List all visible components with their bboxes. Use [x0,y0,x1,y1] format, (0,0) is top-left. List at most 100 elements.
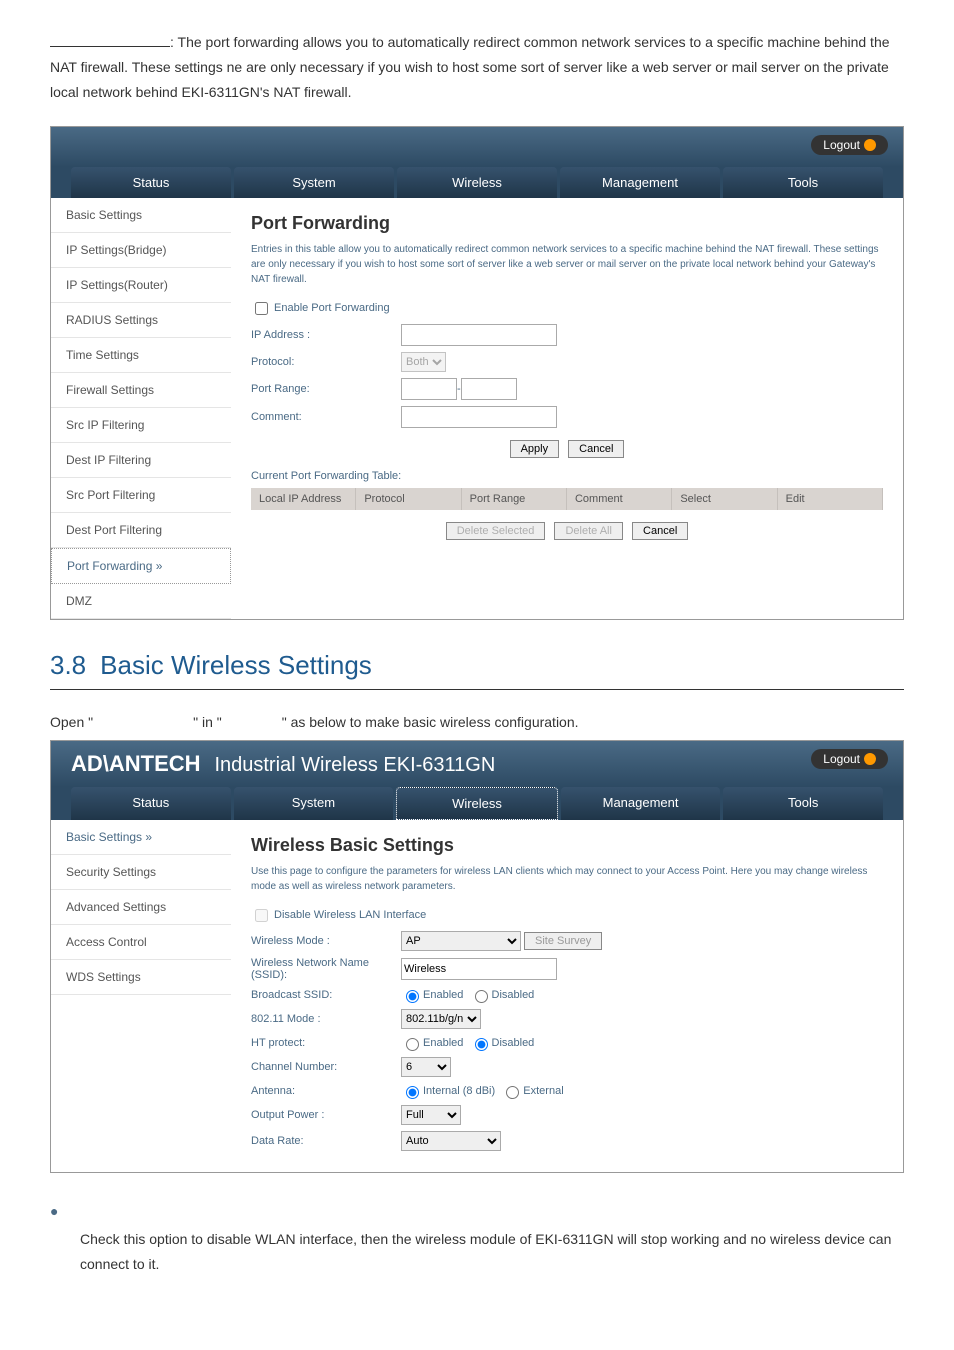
sidebar-port-forwarding[interactable]: Port Forwarding » [51,548,231,584]
range-from-input[interactable] [401,378,457,400]
tab-management-2[interactable]: Management [561,787,721,820]
sidebar-access-control[interactable]: Access Control [51,925,231,960]
panel-title-2: Wireless Basic Settings [251,835,883,856]
sidebar-dest-ip[interactable]: Dest IP Filtering [51,443,231,478]
brand-logo: AD\ANTECH [71,751,201,776]
ht-disabled-text: Disabled [492,1037,535,1049]
delete-all-button[interactable]: Delete All [554,522,622,540]
brand-header: AD\ANTECH Industrial Wireless EKI-6311GN… [51,741,903,787]
sidebar-security[interactable]: Security Settings [51,855,231,890]
sidebar: Basic Settings IP Settings(Bridge) IP Se… [51,198,231,619]
col-local-ip: Local IP Address [251,488,356,510]
logout-arrow-icon [864,139,876,151]
ip-label: IP Address : [251,329,401,341]
ant-ext-text: External [523,1085,563,1097]
enabled-text: Enabled [423,989,463,1001]
closing-paragraph: Check this option to disable WLAN interf… [80,1227,904,1277]
bcast-disabled-radio[interactable] [475,990,488,1003]
sidebar-radius[interactable]: RADIUS Settings [51,303,231,338]
panel-title: Port Forwarding [251,213,883,234]
tab-wireless-2[interactable]: Wireless [396,787,558,820]
pow-label: Output Power : [251,1109,401,1121]
sidebar-advanced[interactable]: Advanced Settings [51,890,231,925]
sidebar-basic-settings[interactable]: Basic Settings [51,198,231,233]
apply-button[interactable]: Apply [510,440,560,458]
tab-status[interactable]: Status [71,167,231,198]
chan-select[interactable]: 6 [401,1057,451,1077]
section-number: 3.8 [50,650,86,680]
ant-label: Antenna: [251,1085,401,1097]
proto-select[interactable]: Both [401,352,446,372]
sidebar-basic-settings-2[interactable]: Basic Settings » [51,820,231,855]
open-instruction: Open "" in "" as below to make basic wir… [50,714,904,730]
enable-checkbox[interactable] [255,302,268,315]
sidebar-time[interactable]: Time Settings [51,338,231,373]
ant-int-text: Internal (8 dBi) [423,1085,495,1097]
col-select: Select [672,488,777,510]
bullet-point: ● [50,1203,904,1219]
ht-enabled-text: Enabled [423,1037,463,1049]
logout-button-2[interactable]: Logout [811,749,888,769]
main-panel-2: Wireless Basic Settings Use this page to… [231,820,903,1172]
sidebar-ip-bridge[interactable]: IP Settings(Bridge) [51,233,231,268]
tab-system-2[interactable]: System [234,787,394,820]
range-label: Port Range: [251,383,401,395]
mode-select[interactable]: AP [401,931,521,951]
comment-input[interactable] [401,406,557,428]
header-bar: Logout [51,127,903,167]
router-screenshot-2: AD\ANTECH Industrial Wireless EKI-6311GN… [50,740,904,1173]
cancel2-button[interactable]: Cancel [632,522,688,540]
sidebar-src-ip[interactable]: Src IP Filtering [51,408,231,443]
cancel-button[interactable]: Cancel [568,440,624,458]
ant-internal-radio[interactable] [406,1086,419,1099]
sidebar-firewall[interactable]: Firewall Settings [51,373,231,408]
mode11-select[interactable]: 802.11b/g/n [401,1009,481,1029]
main-panel: Port Forwarding Entries in this table al… [231,198,903,619]
col-comment: Comment [567,488,672,510]
sidebar-2: Basic Settings » Security Settings Advan… [51,820,231,1172]
table-header: Local IP Address Protocol Port Range Com… [251,488,883,510]
current-table-title: Current Port Forwarding Table: [251,470,883,482]
sidebar-dmz[interactable]: DMZ [51,584,231,619]
tab-tools[interactable]: Tools [723,167,883,198]
sidebar-ip-router[interactable]: IP Settings(Router) [51,268,231,303]
disable-wlan-label: Disable Wireless LAN Interface [274,909,426,921]
disabled-text: Disabled [492,989,535,1001]
tab-tools-2[interactable]: Tools [723,787,883,820]
sidebar-src-port[interactable]: Src Port Filtering [51,478,231,513]
panel-desc-2: Use this page to configure the parameter… [251,864,883,894]
tab-system[interactable]: System [234,167,394,198]
mode11-label: 802.11 Mode : [251,1013,401,1025]
intro-text: : The port forwarding allows you to auto… [50,34,890,100]
delete-selected-button[interactable]: Delete Selected [446,522,546,540]
tab-wireless[interactable]: Wireless [397,167,557,198]
mode-label: Wireless Mode : [251,935,401,947]
section-rule [50,689,904,690]
sidebar-wds[interactable]: WDS Settings [51,960,231,995]
tab-management[interactable]: Management [560,167,720,198]
ant-external-radio[interactable] [506,1086,519,1099]
ht-enabled-radio[interactable] [406,1038,419,1051]
logout-button[interactable]: Logout [811,135,888,155]
disable-wlan-checkbox[interactable] [255,909,268,922]
intro-paragraph: : The port forwarding allows you to auto… [50,30,904,106]
ssid-label: Wireless Network Name (SSID): [251,957,401,981]
sidebar-dest-port[interactable]: Dest Port Filtering [51,513,231,548]
pow-select[interactable]: Full [401,1105,461,1125]
site-survey-button[interactable]: Site Survey [524,932,602,950]
ht-disabled-radio[interactable] [475,1038,488,1051]
enable-label: Enable Port Forwarding [274,302,390,314]
tab-status-2[interactable]: Status [71,787,231,820]
logout-arrow-icon-2 [864,753,876,765]
range-to-input[interactable] [461,378,517,400]
section-title: Basic Wireless Settings [100,650,372,680]
col-protocol: Protocol [356,488,461,510]
col-edit: Edit [778,488,883,510]
bcast-enabled-radio[interactable] [406,990,419,1003]
ip-input[interactable] [401,324,557,346]
router-screenshot-1: Logout Status System Wireless Management… [50,126,904,620]
nav-tabs: Status System Wireless Management Tools [51,167,903,198]
col-port-range: Port Range [462,488,567,510]
rate-select[interactable]: Auto [401,1131,501,1151]
ssid-input[interactable] [401,958,557,980]
